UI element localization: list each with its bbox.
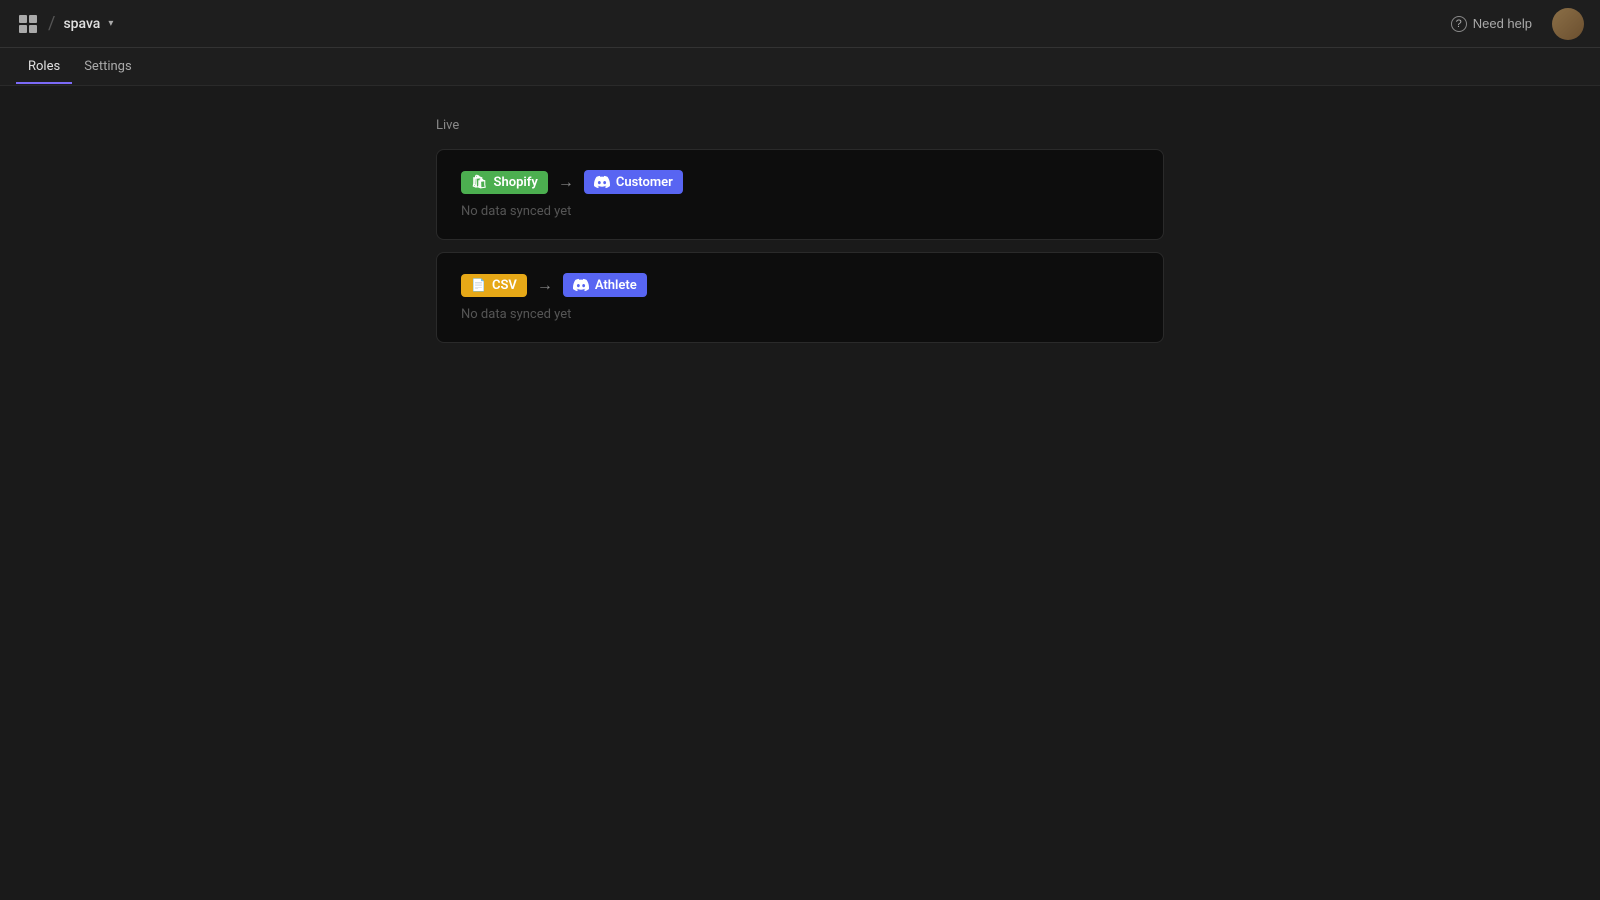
nav-separator: /: [48, 13, 55, 34]
no-data-text-2: No data synced yet: [461, 307, 1139, 322]
sync-card-shopify-customer[interactable]: 🛍 Shopify → Customer No data synced yet: [436, 149, 1164, 240]
nav-left: / spava ▾: [16, 12, 113, 36]
project-dropdown-icon[interactable]: ▾: [108, 18, 113, 29]
csv-icon: 📄: [471, 278, 486, 292]
project-name[interactable]: spava: [63, 16, 100, 32]
app-logo-icon: [16, 12, 40, 36]
csv-label: CSV: [492, 278, 517, 293]
top-nav: / spava ▾ ? Need help: [0, 0, 1600, 48]
need-help-label: Need help: [1473, 16, 1532, 31]
cards-container: 🛍 Shopify → Customer No data synced yet: [436, 149, 1164, 343]
no-data-text-1: No data synced yet: [461, 204, 1139, 219]
source-badge-csv: 📄 CSV: [461, 274, 527, 297]
help-icon: ?: [1451, 16, 1467, 32]
tab-roles[interactable]: Roles: [16, 51, 72, 84]
discord-icon-1: [594, 174, 610, 190]
arrow-icon-1: →: [558, 172, 574, 192]
nav-right: ? Need help: [1443, 8, 1584, 40]
shopify-label: Shopify: [494, 175, 538, 190]
sync-row-1: 🛍 Shopify → Customer: [461, 170, 1139, 194]
sync-card-csv-athlete[interactable]: 📄 CSV → Athlete No data synced yet: [436, 252, 1164, 343]
customer-label: Customer: [616, 175, 673, 190]
main-content: Live 🛍 Shopify → Customer N: [0, 86, 1600, 375]
need-help-button[interactable]: ? Need help: [1443, 12, 1540, 36]
dest-badge-customer: Customer: [584, 170, 683, 194]
tabs-bar: Roles Settings: [0, 48, 1600, 86]
tab-settings[interactable]: Settings: [72, 51, 143, 84]
sync-row-2: 📄 CSV → Athlete: [461, 273, 1139, 297]
athlete-label: Athlete: [595, 278, 637, 293]
source-badge-shopify: 🛍 Shopify: [461, 171, 548, 194]
shopify-icon: 🛍: [471, 175, 488, 190]
avatar[interactable]: [1552, 8, 1584, 40]
dest-badge-athlete: Athlete: [563, 273, 647, 297]
discord-icon-2: [573, 277, 589, 293]
section-label: Live: [436, 118, 459, 133]
arrow-icon-2: →: [537, 275, 553, 295]
